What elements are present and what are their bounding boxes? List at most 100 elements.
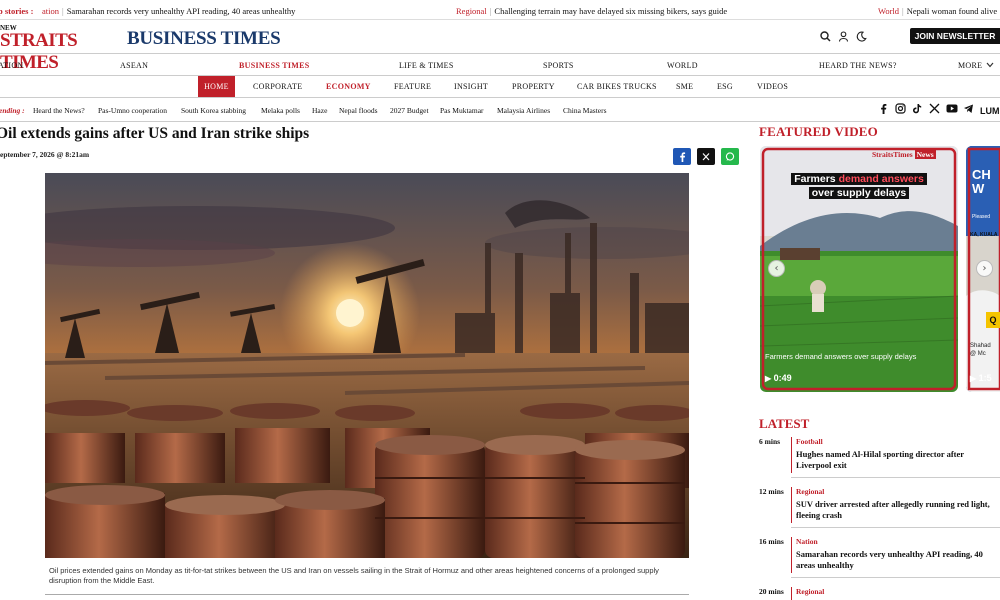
- trending-item[interactable]: South Korea stabbing: [181, 106, 246, 115]
- x-share-button[interactable]: [697, 148, 715, 165]
- nav-item-business-times[interactable]: BUSINESS TIMES: [239, 61, 310, 70]
- facebook-share-button[interactable]: [673, 148, 691, 165]
- business-times-logo[interactable]: BUSINESS TIMES: [127, 28, 281, 50]
- video-duration: ▶ 1:5: [970, 373, 992, 383]
- play-icon[interactable]: ▶: [765, 374, 771, 383]
- article-date: eptember 7, 2026 @ 8:21am: [0, 150, 90, 159]
- nav-item-heard-the-news[interactable]: HEARD THE NEWS?: [819, 61, 897, 70]
- trending-bar: ending : Heard the News? Pas-Umno cooper…: [0, 98, 1000, 122]
- trending-item[interactable]: Heard the News?: [33, 106, 85, 115]
- trending-item[interactable]: Malaysia Airlines: [497, 106, 550, 115]
- divider: [791, 537, 792, 573]
- ticker-item[interactable]: ation | Samarahan records very unhealthy A…: [42, 6, 295, 16]
- nav-item-sports[interactable]: SPORTS: [543, 61, 574, 70]
- business-times-subnav: HOME CORPORATE ECONOMY FEATURE INSIGHT P…: [0, 76, 1000, 98]
- trending-item[interactable]: Pas-Umno cooperation: [98, 106, 167, 115]
- tab-economy[interactable]: ECONOMY: [326, 82, 371, 91]
- nst-logo[interactable]: NEW STRAITS TIMES: [0, 24, 118, 73]
- news-category[interactable]: Regional: [796, 587, 824, 596]
- news-category[interactable]: Football: [796, 437, 823, 446]
- youtube-icon[interactable]: [946, 104, 958, 113]
- video-card2-subtitle: Pleased: [972, 214, 991, 220]
- news-title[interactable]: Hughes named Al-Hilal sporting director …: [796, 449, 1000, 471]
- tab-property[interactable]: PROPERTY: [512, 82, 555, 91]
- trending-item[interactable]: Pas Muktamar: [440, 106, 484, 115]
- trending-item[interactable]: China Masters: [563, 106, 607, 115]
- trending-label: ending :: [0, 106, 25, 115]
- tab-sme[interactable]: SME: [676, 82, 693, 91]
- search-icon[interactable]: [820, 31, 831, 42]
- x-icon[interactable]: [929, 103, 940, 114]
- user-icon[interactable]: [838, 31, 849, 42]
- article-headline: Oil extends gains after US and Iran stri…: [0, 125, 310, 142]
- ticker-item[interactable]: World|Nepali woman found alive 10 d: [878, 6, 1000, 16]
- news-category[interactable]: Regional: [796, 487, 824, 496]
- instagram-icon[interactable]: [895, 103, 906, 114]
- divider: [791, 527, 1000, 528]
- tab-home[interactable]: HOME: [198, 76, 235, 97]
- divider: [791, 437, 792, 473]
- carousel-next-button[interactable]: ›: [976, 260, 993, 277]
- nav-item-life-times[interactable]: LIFE & TIMES: [399, 61, 454, 70]
- tab-videos[interactable]: VIDEOS: [757, 82, 788, 91]
- news-time: 6 mins: [759, 437, 781, 446]
- latest-title: LATEST: [759, 416, 810, 431]
- nav-item-more[interactable]: MORE: [958, 61, 982, 70]
- divider: [791, 577, 1000, 578]
- divider: [45, 594, 689, 595]
- top-stories-ticker: p stories : ation | Samarahan records very…: [0, 0, 1000, 20]
- tiktok-icon[interactable]: [912, 103, 922, 114]
- whatsapp-icon: [725, 152, 735, 161]
- trending-item[interactable]: Nepal floods: [339, 106, 378, 115]
- article-hero-image: [45, 173, 689, 558]
- whatsapp-share-button[interactable]: [721, 148, 739, 165]
- ticker-item[interactable]: Regional | Challenging terrain may have de…: [456, 6, 727, 16]
- divider: [791, 587, 792, 600]
- featured-video-card[interactable]: CH W Pleased KA, KUALA › Q Shahad @ Mc ▶ 1…: [966, 146, 1000, 392]
- news-category[interactable]: Nation: [796, 537, 818, 546]
- main-nav: ATION ASEAN BUSINESS TIMES LIFE & TIMES …: [0, 55, 1000, 76]
- telegram-icon[interactable]: [963, 103, 974, 114]
- news-time: 20 mins: [759, 587, 784, 596]
- video-caption: Farmers demand answers over supply delay…: [765, 352, 917, 361]
- chevron-down-icon[interactable]: [986, 62, 994, 68]
- oil-field-sunset-image: [45, 173, 689, 558]
- featured-video-card[interactable]: StraitsTimes News Farmers demand answers…: [760, 146, 958, 392]
- trending-item[interactable]: Melaka polls: [261, 106, 300, 115]
- news-title[interactable]: Samarahan records very unhealthy API rea…: [796, 549, 1000, 571]
- nav-item-nation[interactable]: ATION: [0, 61, 24, 70]
- ticker-label: p stories :: [0, 6, 34, 16]
- dark-mode-icon[interactable]: [856, 31, 867, 42]
- lumi-link[interactable]: LUMI: [980, 106, 1000, 116]
- news-time: 16 mins: [759, 537, 784, 546]
- join-newsletter-button[interactable]: JOIN NEWSLETTER: [910, 28, 1000, 44]
- tab-feature[interactable]: FEATURE: [394, 82, 431, 91]
- video-duration: ▶ 0:49: [765, 373, 792, 383]
- masthead: NEW STRAITS TIMES BUSINESS TIMES JOIN NE…: [0, 20, 1000, 73]
- tab-corporate[interactable]: CORPORATE: [253, 82, 302, 91]
- tab-insight[interactable]: INSIGHT: [454, 82, 488, 91]
- video-brand: StraitsTimes News: [872, 150, 936, 159]
- trending-item[interactable]: Haze: [312, 106, 327, 115]
- featured-video-title: FEATURED VIDEO: [759, 124, 878, 139]
- image-caption: Oil prices extended gains on Monday as t…: [49, 566, 659, 585]
- video-headline: Farmers demand answers over supply delay…: [779, 172, 939, 200]
- video-card2-name: Shahad @ Mc: [970, 343, 991, 357]
- carousel-prev-button[interactable]: ‹: [768, 260, 785, 277]
- news-title[interactable]: SUV driver arrested after allegedly runn…: [796, 499, 1000, 521]
- play-icon[interactable]: ▶: [970, 374, 976, 383]
- video-card2-title: CH W: [972, 167, 991, 196]
- divider: [791, 477, 1000, 478]
- x-icon: [702, 153, 710, 161]
- video-card2-badge: Q: [986, 312, 1000, 328]
- video-card2-location: KA, KUALA: [970, 232, 998, 238]
- facebook-icon: [680, 152, 686, 162]
- tab-car-bikes-trucks[interactable]: CAR BIKES TRUCKS: [577, 82, 657, 91]
- tab-esg[interactable]: ESG: [717, 82, 733, 91]
- nav-item-asean[interactable]: ASEAN: [120, 61, 148, 70]
- trending-item[interactable]: 2027 Budget: [390, 106, 429, 115]
- news-time: 12 mins: [759, 487, 784, 496]
- facebook-icon[interactable]: [878, 103, 888, 114]
- nav-item-world[interactable]: WORLD: [667, 61, 698, 70]
- divider: [791, 487, 792, 523]
